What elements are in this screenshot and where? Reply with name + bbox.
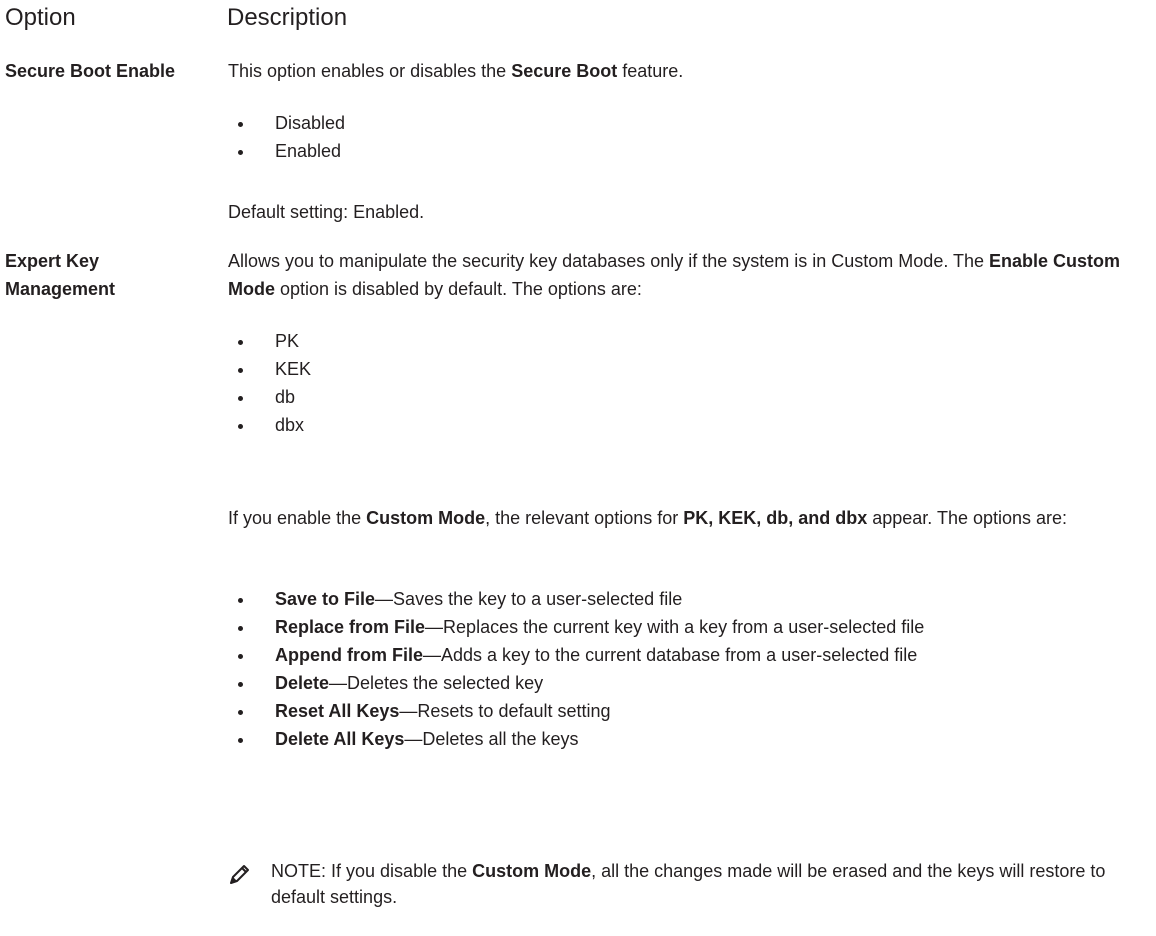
list-item: Reset All Keys—Resets to default setting <box>228 697 1156 725</box>
action-name: Reset All Keys <box>275 701 400 721</box>
text: If you disable the <box>326 861 473 881</box>
option-name-secure-boot-enable: Secure Boot Enable <box>5 61 176 81</box>
list-item: Disabled <box>228 109 1128 137</box>
text: feature. <box>617 61 684 81</box>
action-name: Delete All Keys <box>275 729 405 749</box>
action-desc: —Replaces the current key with a key fro… <box>425 617 925 637</box>
action-name: Save to File <box>275 589 376 609</box>
pencil-icon-svg <box>228 862 252 886</box>
secure-boot-intro: This option enables or disables the Secu… <box>228 57 1156 85</box>
option-name-expert-key-management: Expert Key Management <box>5 251 116 299</box>
paragraph: Allows you to manipulate the security ke… <box>228 247 1153 303</box>
text: This option enables or disables the <box>228 61 512 81</box>
list-item: dbx <box>228 411 1128 439</box>
secure-boot-description: This option enables or disables the Secu… <box>228 57 1156 85</box>
secure-boot-default: Default setting: Enabled. <box>228 202 425 222</box>
text: option is disabled by default. The optio… <box>275 279 642 299</box>
list-item: Delete All Keys—Deletes all the keys <box>228 725 1156 753</box>
bold-text: Custom Mode <box>472 861 592 881</box>
action-desc: —Adds a key to the current database from… <box>423 645 918 665</box>
bold-text: Custom Mode <box>366 508 486 528</box>
key-database-list: PK KEK db dbx <box>228 327 1128 439</box>
bold-text: PK, KEK, db, and dbx <box>683 508 868 528</box>
list-item: PK <box>228 327 1128 355</box>
action-name: Append from File <box>275 645 423 665</box>
text: , the relevant options for <box>485 508 684 528</box>
column-header-option: Option <box>5 4 76 31</box>
key-actions-list: Save to File—Saves the key to a user-sel… <box>228 585 1156 753</box>
note-text: NOTE: If you disable the Custom Mode, al… <box>271 858 1151 910</box>
list-item: Delete—Deletes the selected key <box>228 669 1156 697</box>
paragraph: If you enable the Custom Mode, the relev… <box>228 504 1128 532</box>
list-item: db <box>228 383 1128 411</box>
secure-boot-options-list: Disabled Enabled <box>228 109 1128 165</box>
column-header-description: Description <box>227 4 348 31</box>
custom-mode-intro: If you enable the Custom Mode, the relev… <box>228 504 1128 532</box>
note-label: NOTE: <box>271 861 327 881</box>
bios-options-page: Option Description Secure Boot Enable Th… <box>0 0 1156 936</box>
list-item: Replace from File—Replaces the current k… <box>228 613 1156 641</box>
list-item: KEK <box>228 355 1128 383</box>
bold-text: Secure Boot <box>511 61 618 81</box>
action-name: Replace from File <box>275 617 426 637</box>
pencil-note-icon <box>228 862 252 886</box>
action-desc: —Deletes the selected key <box>329 673 544 693</box>
action-name: Delete <box>275 673 330 693</box>
text: Allows you to manipulate the security ke… <box>228 251 990 271</box>
action-desc: —Deletes all the keys <box>404 729 579 749</box>
list-item: Append from File—Adds a key to the curre… <box>228 641 1156 669</box>
action-desc: —Resets to default setting <box>399 701 611 721</box>
list-item: Enabled <box>228 137 1128 165</box>
text: appear. The options are: <box>867 508 1068 528</box>
expert-key-intro: Allows you to manipulate the security ke… <box>228 247 1153 303</box>
action-desc: —Saves the key to a user-selected file <box>375 589 683 609</box>
text: If you enable the <box>228 508 367 528</box>
list-item: Save to File—Saves the key to a user-sel… <box>228 585 1156 613</box>
